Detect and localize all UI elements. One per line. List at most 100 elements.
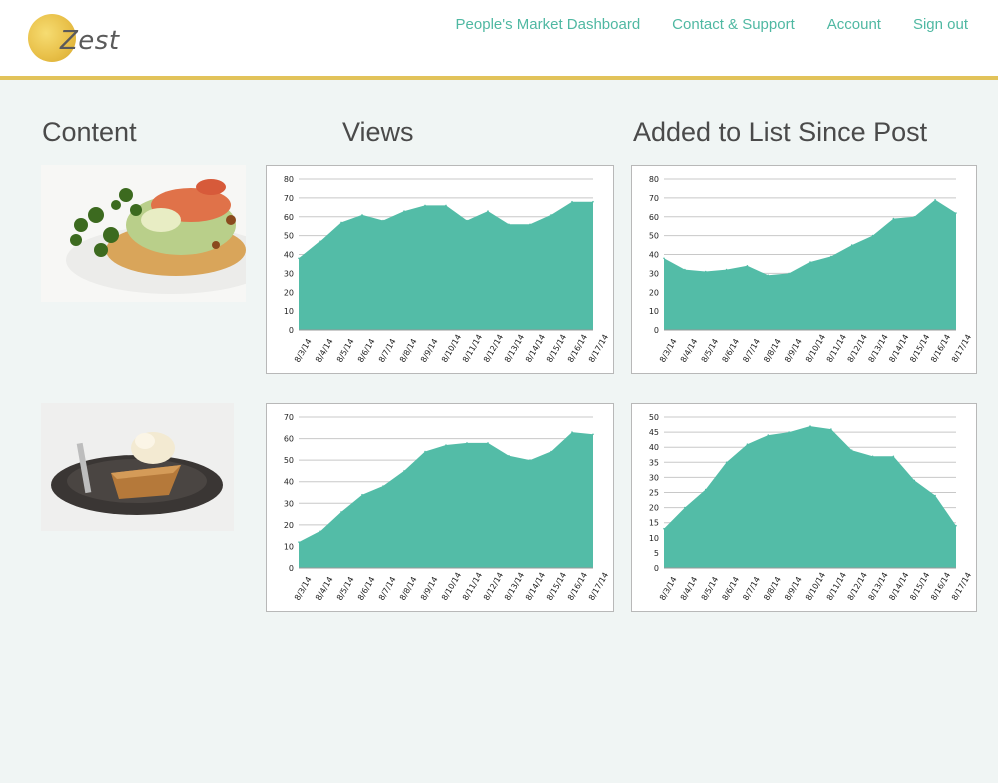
- y-tick-label: 5: [654, 549, 659, 558]
- views-chart-1: 0 10 20 30 40 50 60 70 80 8/3/14 8/4/14 8/5/14 8/6/1…: [266, 165, 614, 374]
- x-tick-label: 8/8/14: [398, 337, 419, 364]
- x-tick-label: 8/16/14: [566, 333, 589, 364]
- y-tick-label: 20: [284, 521, 294, 530]
- taco-plate-photo[interactable]: [41, 165, 246, 302]
- x-tick-label: 8/13/14: [503, 571, 526, 602]
- x-tick-label: 8/14/14: [887, 333, 910, 364]
- data-point: [550, 450, 552, 453]
- y-tick-label: 30: [284, 269, 294, 278]
- pie-slice-photo[interactable]: [41, 403, 234, 531]
- y-tick-label: 70: [284, 194, 294, 203]
- y-tick-label: 50: [284, 456, 294, 465]
- y-tick-label: 10: [649, 534, 659, 543]
- data-point: [487, 442, 489, 444]
- y-tick-label: 40: [649, 443, 659, 452]
- x-tick-label: 8/17/14: [950, 571, 973, 602]
- x-tick-label: 8/7/14: [377, 575, 398, 602]
- data-point: [809, 425, 811, 427]
- x-tick-label: 8/5/14: [335, 337, 356, 364]
- data-point: [767, 274, 770, 277]
- data-point: [382, 485, 384, 487]
- x-tick-label: 8/14/14: [887, 571, 910, 602]
- data-point: [403, 210, 405, 212]
- y-tick-label: 35: [649, 458, 659, 467]
- data-point: [663, 527, 665, 530]
- x-tick-label: 8/10/14: [804, 333, 827, 364]
- x-tick-label: 8/3/14: [658, 575, 679, 602]
- x-tick-label: 8/12/14: [482, 571, 505, 602]
- data-point: [892, 455, 895, 458]
- x-tick-label: 8/14/14: [524, 333, 547, 364]
- views-chart-1-plot: 0 10 20 30 40 50 60 70 80 8/3/14 8/4/14 8/5/14 8/6/1…: [284, 175, 610, 364]
- data-point: [592, 200, 594, 203]
- y-tick-label: 20: [284, 288, 294, 297]
- data-point: [340, 221, 342, 224]
- x-tick-label: 8/15/14: [908, 333, 931, 364]
- y-tick-label: 50: [649, 232, 659, 241]
- data-point: [550, 214, 552, 216]
- x-tick-label: 8/13/14: [867, 571, 890, 602]
- added-chart-1-plot: 0 10 20 30 40 50 60 70 80 8/3/14 8/4/14 8/5/14 8/6/1…: [649, 175, 973, 364]
- data-point: [892, 217, 895, 220]
- area-series: [299, 432, 593, 568]
- nav-dashboard-link[interactable]: People's Market Dashboard: [456, 16, 641, 33]
- y-tick-label: 15: [649, 519, 659, 528]
- data-point: [424, 204, 426, 207]
- area-series: [664, 199, 956, 330]
- data-point: [319, 530, 321, 533]
- y-tick-label: 20: [649, 288, 659, 297]
- x-tick-label: 8/11/14: [825, 333, 848, 364]
- data-point: [424, 450, 426, 453]
- y-tick-label: 40: [284, 478, 294, 487]
- x-tick-label: 8/9/14: [419, 575, 440, 602]
- views-chart-2: 0 10 20 30 40 50 60 70 8/3/14 8/4/14 8/5/14 8/6/14 8…: [266, 403, 614, 612]
- x-tick-label: 8/5/14: [700, 575, 721, 602]
- data-point: [955, 524, 957, 527]
- x-tick-label: 8/5/14: [335, 575, 356, 602]
- y-tick-label: 40: [649, 251, 659, 260]
- nav-account-link[interactable]: Account: [827, 16, 881, 33]
- x-tick-label: 8/6/14: [721, 575, 742, 602]
- x-tick-label: 8/13/14: [503, 333, 526, 364]
- data-point: [403, 470, 405, 472]
- data-point: [571, 431, 573, 433]
- y-tick-label: 20: [649, 504, 659, 513]
- x-tick-label: 8/9/14: [783, 575, 804, 602]
- x-tick-label: 8/3/14: [658, 337, 679, 364]
- x-tick-label: 8/12/14: [846, 571, 869, 602]
- x-tick-label: 8/8/14: [762, 575, 783, 602]
- added-chart-2-plot: 051015202530354045508/3/14 8/4/14 8/5/14 8/…: [649, 413, 973, 602]
- data-point: [529, 459, 531, 461]
- data-point: [663, 257, 665, 260]
- top-bar: Zest People's Market Dashboard Contact &…: [0, 0, 998, 80]
- x-tick-label: 8/6/14: [721, 337, 742, 364]
- data-point: [830, 255, 832, 258]
- y-tick-label: 0: [654, 326, 659, 335]
- main-nav: People's Market Dashboard Contact & Supp…: [456, 16, 968, 33]
- nav-sign-out-link[interactable]: Sign out: [913, 16, 968, 33]
- data-point: [809, 261, 811, 263]
- y-tick-label: 10: [284, 307, 294, 316]
- x-tick-label: 8/6/14: [356, 337, 377, 364]
- data-point: [788, 272, 790, 275]
- x-tick-label: 8/9/14: [419, 337, 440, 364]
- y-tick-label: 30: [649, 473, 659, 482]
- data-point: [319, 240, 321, 243]
- x-tick-label: 8/17/14: [587, 333, 610, 364]
- y-tick-label: 30: [284, 499, 294, 508]
- data-point: [298, 541, 300, 543]
- data-point: [684, 506, 686, 509]
- zest-logo[interactable]: Zest: [28, 14, 119, 64]
- data-point: [871, 455, 874, 458]
- x-tick-label: 8/10/14: [804, 571, 827, 602]
- y-tick-label: 0: [289, 326, 294, 335]
- x-tick-label: 8/16/14: [929, 571, 952, 602]
- x-tick-label: 8/3/14: [293, 337, 314, 364]
- data-point: [830, 428, 832, 430]
- data-point: [871, 234, 874, 237]
- data-point: [361, 493, 363, 496]
- data-point: [445, 444, 447, 446]
- y-tick-label: 60: [284, 213, 294, 222]
- data-point: [767, 434, 770, 436]
- nav-contact-support-link[interactable]: Contact & Support: [672, 16, 795, 33]
